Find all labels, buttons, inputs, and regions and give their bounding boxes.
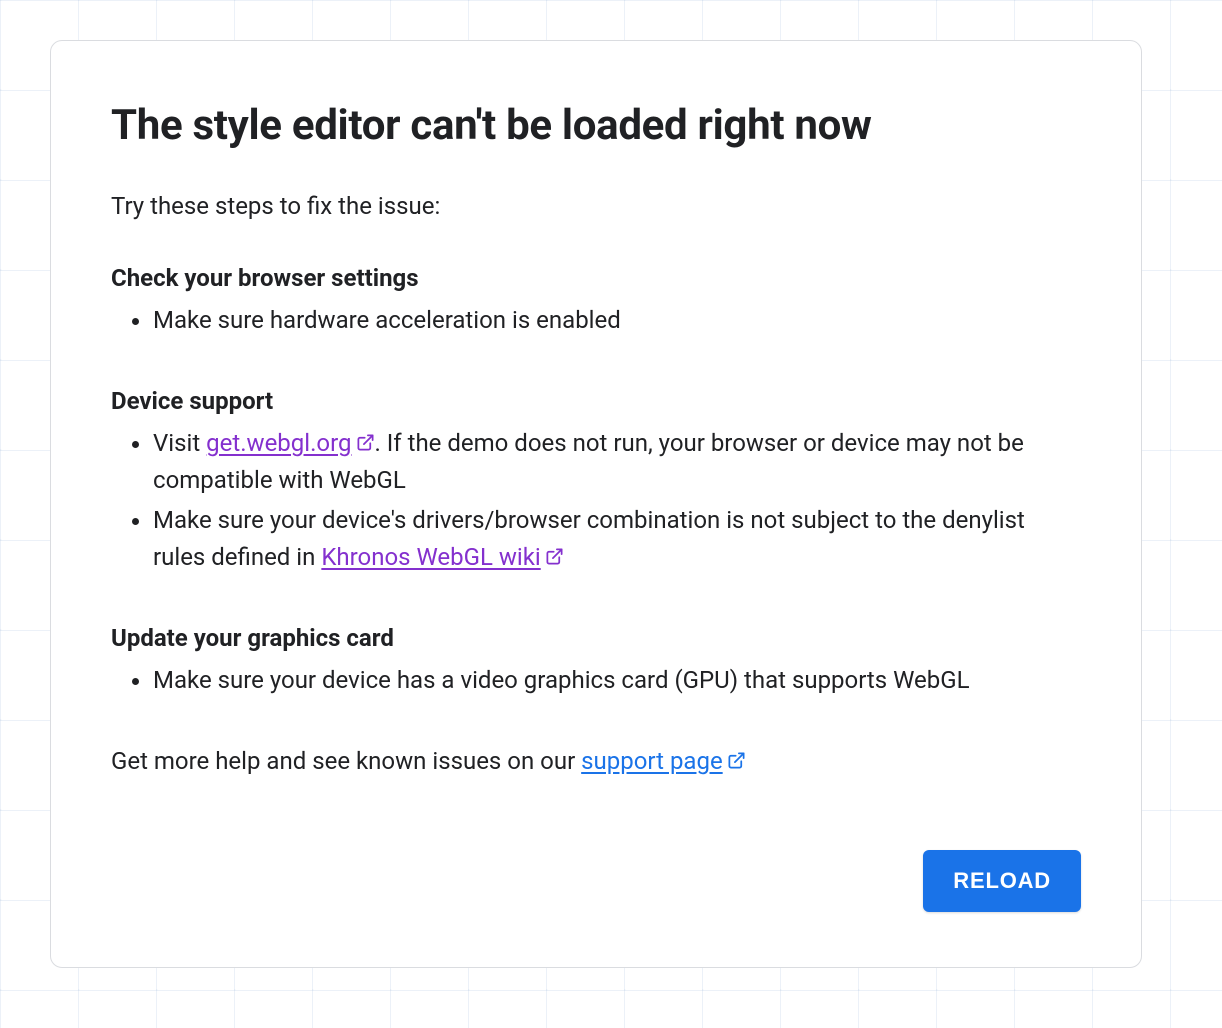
list-item: Make sure your device's drivers/browser …: [153, 502, 1081, 576]
intro-text: Try these steps to fix the issue:: [111, 192, 1081, 220]
link-text: get.webgl.org: [206, 429, 351, 457]
footer-prefix: Get more help and see known issues on ou…: [111, 747, 581, 775]
button-row: RELOAD: [923, 850, 1081, 912]
page-title: The style editor can't be loaded right n…: [111, 101, 1081, 150]
link-text: Khronos WebGL wiki: [321, 543, 540, 571]
list-item: Make sure your device has a video graphi…: [153, 662, 1081, 699]
list-item: Make sure hardware acceleration is enabl…: [153, 302, 1081, 339]
footer-text: Get more help and see known issues on ou…: [111, 747, 1081, 775]
support-page-link[interactable]: support page: [581, 747, 746, 775]
section-heading-device-support: Device support: [111, 387, 1081, 415]
steps-list-device-support: Visit get.webgl.org. If the demo does no…: [111, 425, 1081, 576]
steps-list-graphics-card: Make sure your device has a video graphi…: [111, 662, 1081, 699]
external-link-icon: [545, 547, 564, 566]
reload-button[interactable]: RELOAD: [923, 850, 1081, 912]
external-link-icon: [727, 751, 746, 770]
webgl-link[interactable]: get.webgl.org: [206, 429, 374, 457]
list-item-text: Make sure hardware acceleration is enabl…: [153, 306, 621, 334]
list-item-prefix: Visit: [153, 429, 206, 457]
list-item-prefix: Make sure your device's drivers/browser …: [153, 506, 1025, 571]
list-item-text: Make sure your device has a video graphi…: [153, 666, 970, 694]
steps-list-browser-settings: Make sure hardware acceleration is enabl…: [111, 302, 1081, 339]
section-heading-graphics-card: Update your graphics card: [111, 624, 1081, 652]
link-text: support page: [581, 747, 723, 775]
section-heading-browser-settings: Check your browser settings: [111, 264, 1081, 292]
external-link-icon: [356, 433, 375, 452]
list-item: Visit get.webgl.org. If the demo does no…: [153, 425, 1081, 499]
error-card: The style editor can't be loaded right n…: [50, 40, 1142, 968]
khronos-wiki-link[interactable]: Khronos WebGL wiki: [321, 543, 563, 571]
